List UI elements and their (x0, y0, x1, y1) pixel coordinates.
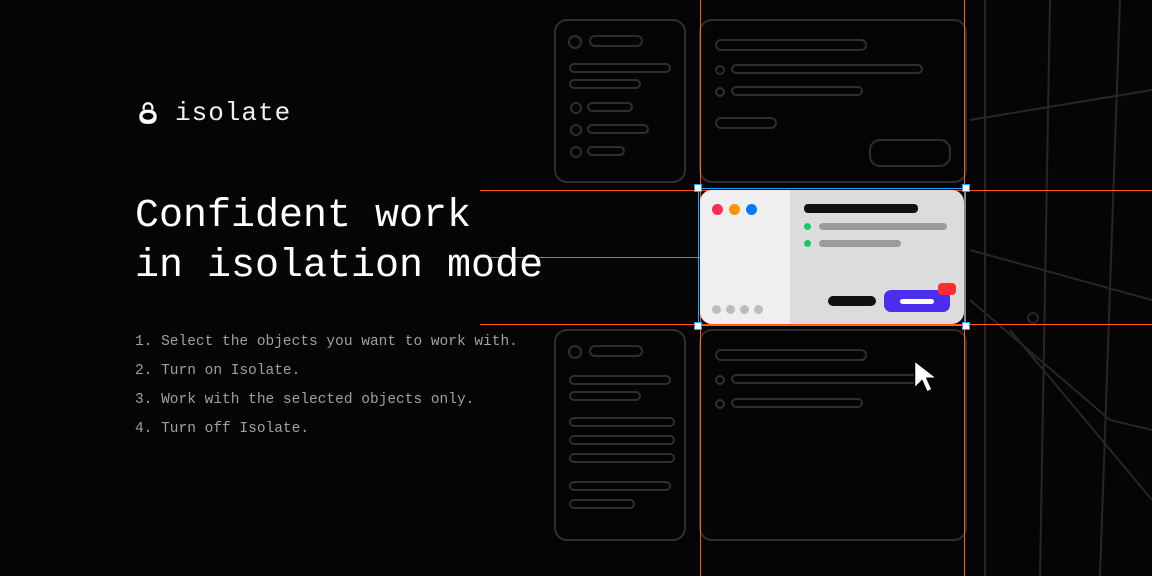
hero-copy: isolate Confident work in isolation mode… (135, 98, 655, 444)
card-footer (828, 290, 950, 312)
isolated-card[interactable] (700, 190, 964, 324)
dot-orange-icon (729, 204, 740, 215)
dot-red-icon (712, 204, 723, 215)
brand-name: isolate (175, 98, 291, 128)
status-dot-icon (804, 240, 811, 247)
step-item: Work with the selected objects only. (135, 386, 655, 415)
cursor-icon (912, 358, 942, 396)
card-content (790, 190, 964, 324)
pager-dots (712, 305, 778, 314)
step-item: Turn on Isolate. (135, 357, 655, 386)
card-row-bar (819, 223, 947, 230)
guide-right (964, 0, 965, 576)
dot-blue-icon (746, 204, 757, 215)
card-sidebar (700, 190, 790, 324)
card-chip (828, 296, 876, 306)
card-primary-button[interactable] (884, 290, 950, 312)
pager-dot-icon (740, 305, 749, 314)
pager-dot-icon (754, 305, 763, 314)
step-item: Select the objects you want to work with… (135, 328, 655, 357)
headline: Confident work in isolation mode (135, 192, 655, 292)
brand-row: isolate (135, 98, 655, 128)
pager-dot-icon (712, 305, 721, 314)
card-title-bar (804, 204, 918, 213)
status-dot-icon (804, 223, 811, 230)
traffic-light-dots (712, 204, 778, 215)
isolated-card-selection[interactable] (700, 190, 964, 324)
card-row (804, 223, 950, 230)
pager-dot-icon (726, 305, 735, 314)
steps-list: Select the objects you want to work with… (135, 328, 655, 444)
card-row (804, 240, 950, 247)
step-item: Turn off Isolate. (135, 415, 655, 444)
isolate-lock-icon (135, 100, 161, 126)
notification-badge-icon (938, 283, 956, 295)
card-row-bar (819, 240, 901, 247)
